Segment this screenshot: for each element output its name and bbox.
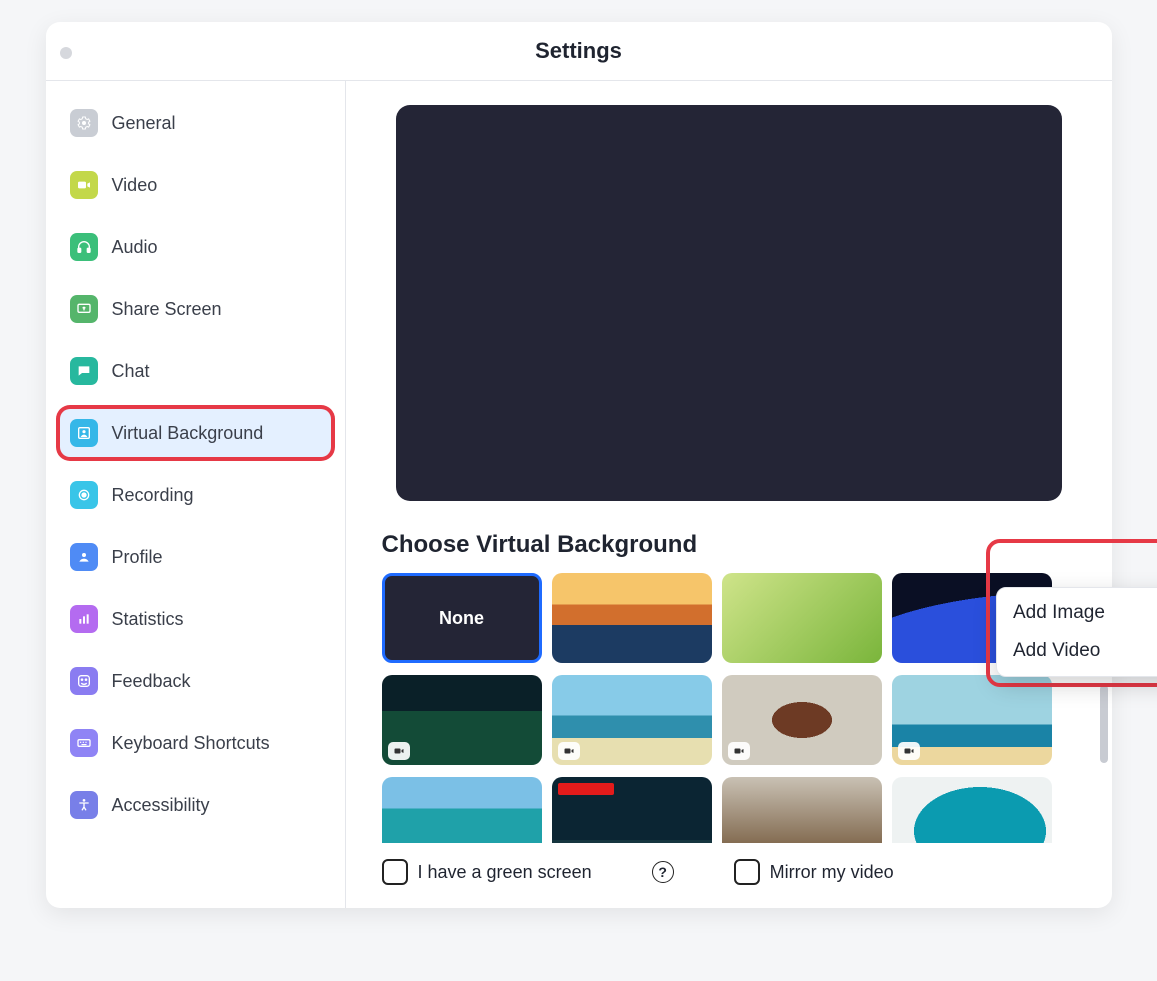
profile-icon — [70, 543, 98, 571]
sidebar-item-label: Recording — [112, 485, 194, 506]
sidebar-item-share-screen[interactable]: Share Screen — [60, 285, 331, 333]
sidebar-item-virtual-background[interactable]: Virtual Background — [60, 409, 331, 457]
sidebar-item-recording[interactable]: Recording — [60, 471, 331, 519]
video-icon — [898, 742, 920, 760]
background-thumb[interactable] — [382, 675, 542, 765]
sidebar-item-video[interactable]: Video — [60, 161, 331, 209]
add-menu: Add Image Add Video — [996, 587, 1157, 677]
keyboard-icon — [70, 729, 98, 757]
window-title: Settings — [535, 38, 622, 64]
content-pane: Choose Virtual Background None — [346, 81, 1112, 908]
video-icon — [388, 742, 410, 760]
sidebar-item-label: Feedback — [112, 671, 191, 692]
add-video-menu-item[interactable]: Add Video — [997, 632, 1157, 670]
virtual-background-icon — [70, 419, 98, 447]
checkbox-box — [734, 859, 760, 885]
help-icon[interactable]: ? — [652, 861, 674, 883]
sidebar: General Video Audio Share Screen — [46, 81, 346, 908]
sidebar-item-label: Share Screen — [112, 299, 222, 320]
mirror-video-checkbox[interactable]: Mirror my video — [734, 859, 894, 885]
background-thumb[interactable] — [552, 675, 712, 765]
background-thumb[interactable] — [552, 777, 712, 843]
background-grid: None — [382, 573, 1076, 843]
checkbox-label: I have a green screen — [418, 862, 592, 883]
background-thumb[interactable] — [722, 573, 882, 663]
sidebar-item-label: Accessibility — [112, 795, 210, 816]
sidebar-item-label: Chat — [112, 361, 150, 382]
gear-icon — [70, 109, 98, 137]
sidebar-item-feedback[interactable]: Feedback — [60, 657, 331, 705]
add-menu-highlight: + Add Image Add Video — [986, 539, 1157, 687]
background-thumb[interactable] — [892, 675, 1052, 765]
video-icon — [70, 171, 98, 199]
headphones-icon — [70, 233, 98, 261]
sidebar-item-label: General — [112, 113, 176, 134]
background-thumb[interactable] — [382, 777, 542, 843]
video-icon — [728, 742, 750, 760]
checkbox-label: Mirror my video — [770, 862, 894, 883]
section-title: Choose Virtual Background — [382, 531, 698, 559]
sidebar-item-statistics[interactable]: Statistics — [60, 595, 331, 643]
video-icon — [558, 742, 580, 760]
sidebar-item-chat[interactable]: Chat — [60, 347, 331, 395]
feedback-icon — [70, 667, 98, 695]
video-preview — [396, 105, 1062, 501]
background-thumb[interactable] — [722, 777, 882, 843]
settings-window: Settings General Video Audio — [46, 22, 1112, 908]
statistics-icon — [70, 605, 98, 633]
none-label: None — [439, 608, 484, 629]
sidebar-item-keyboard-shortcuts[interactable]: Keyboard Shortcuts — [60, 719, 331, 767]
background-thumb[interactable] — [892, 777, 1052, 843]
sidebar-item-label: Profile — [112, 547, 163, 568]
background-thumb-none[interactable]: None — [382, 573, 542, 663]
sidebar-item-label: Keyboard Shortcuts — [112, 733, 270, 754]
sidebar-item-label: Video — [112, 175, 158, 196]
sidebar-item-accessibility[interactable]: Accessibility — [60, 781, 331, 829]
background-thumb[interactable] — [722, 675, 882, 765]
checkbox-box — [382, 859, 408, 885]
chat-icon — [70, 357, 98, 385]
sidebar-item-label: Audio — [112, 237, 158, 258]
sidebar-item-audio[interactable]: Audio — [60, 223, 331, 271]
sidebar-item-profile[interactable]: Profile — [60, 533, 331, 581]
titlebar: Settings — [46, 22, 1112, 81]
options-row: I have a green screen ? Mirror my video — [382, 859, 1076, 885]
record-icon — [70, 481, 98, 509]
accessibility-icon — [70, 791, 98, 819]
scrollbar-thumb[interactable] — [1100, 685, 1108, 763]
sidebar-item-general[interactable]: General — [60, 99, 331, 147]
window-control-dot[interactable] — [60, 47, 72, 59]
sidebar-item-label: Statistics — [112, 609, 184, 630]
sidebar-item-label: Virtual Background — [112, 423, 264, 444]
share-screen-icon — [70, 295, 98, 323]
green-screen-checkbox[interactable]: I have a green screen — [382, 859, 592, 885]
add-image-menu-item[interactable]: Add Image — [997, 594, 1157, 632]
background-thumb[interactable] — [552, 573, 712, 663]
